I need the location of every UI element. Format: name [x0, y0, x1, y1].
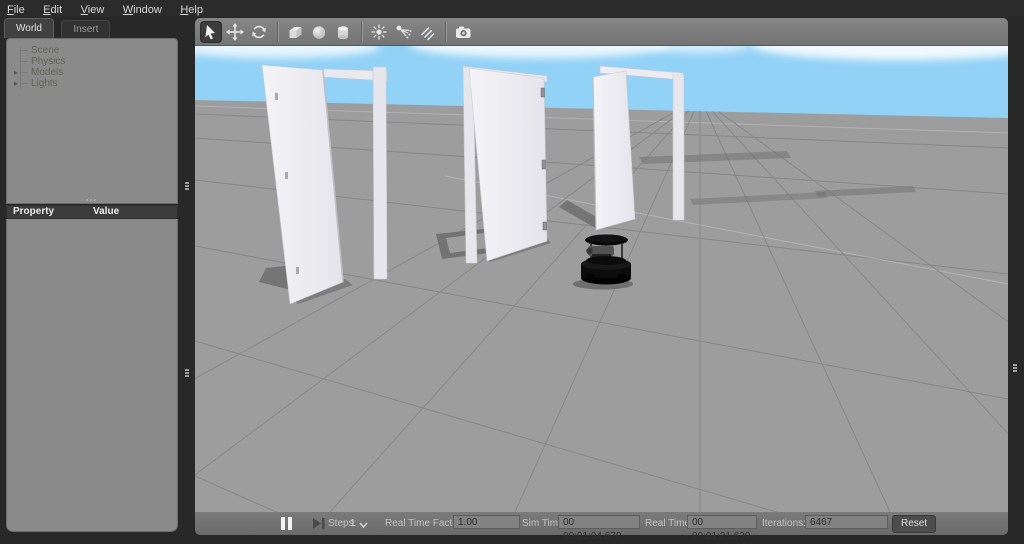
left-splitter-grip[interactable]	[185, 182, 189, 191]
step-forward-button[interactable]	[312, 517, 326, 530]
cylinder-icon	[338, 25, 348, 39]
menu-view[interactable]: View	[74, 2, 112, 19]
tree-item-scene[interactable]: Scene	[7, 45, 177, 56]
screenshot-tool-button[interactable]	[452, 21, 474, 43]
menu-edit[interactable]: Edit	[36, 2, 69, 19]
rotate-arrows-icon	[252, 25, 266, 38]
chevron-down-icon[interactable]	[359, 521, 368, 532]
step-forward-icon	[313, 518, 325, 529]
simulation-status-bar: Steps: 1 Real Time Factor: 1.00 Sim Time…	[195, 512, 1008, 542]
translate-tool-button[interactable]	[224, 21, 246, 43]
tree-item-models[interactable]: ▸ Models	[7, 67, 177, 78]
directional-light-tool-button[interactable]	[416, 21, 438, 43]
iterations-field[interactable]: 6467	[805, 515, 888, 529]
tree-branch-dash	[20, 83, 28, 84]
property-table-body[interactable]	[6, 219, 178, 532]
iterations-label: Iterations:	[762, 518, 806, 529]
tree-item-physics[interactable]: Physics	[7, 56, 177, 67]
tree-branch-dash	[20, 50, 28, 51]
real-time-label: Real Time:	[645, 518, 693, 529]
pause-button[interactable]	[279, 516, 297, 531]
reset-button[interactable]: Reset	[892, 515, 937, 533]
value-column-header: Value	[93, 206, 120, 217]
toolbar-separator	[361, 21, 363, 42]
menu-help[interactable]: Help	[173, 2, 210, 19]
left-splitter-grip[interactable]	[185, 369, 189, 378]
render-viewport[interactable]	[195, 46, 1008, 512]
tree-item-label: Physics	[31, 56, 66, 67]
menu-window[interactable]: Window	[116, 2, 169, 19]
cylinder-tool-button[interactable]	[332, 21, 354, 43]
tree-item-label: Models	[31, 67, 64, 78]
menu-file[interactable]: File	[0, 2, 32, 19]
property-table-header: Property Value	[6, 205, 178, 219]
property-column-header: Property	[13, 206, 55, 217]
horizontal-splitter-grip[interactable]	[86, 199, 100, 203]
spot-light-tool-button[interactable]	[392, 21, 414, 43]
scene-canvas[interactable]	[195, 46, 1008, 512]
point-light-icon	[371, 24, 387, 39]
rotate-tool-button[interactable]	[248, 21, 270, 43]
box-tool-button[interactable]	[284, 21, 306, 43]
sphere-icon	[312, 25, 326, 39]
tab-insert[interactable]: Insert	[61, 20, 111, 38]
tab-world[interactable]: World	[4, 18, 54, 38]
camera-icon	[456, 26, 471, 38]
tree-item-label: Scene	[31, 45, 60, 56]
tree-branch-dash	[20, 72, 28, 73]
toolbar-separator	[277, 21, 279, 42]
tree-item-lights[interactable]: ▸ Lights	[7, 78, 177, 89]
spot-light-icon	[396, 25, 412, 38]
menu-bar: File Edit View Window Help	[0, 0, 1024, 17]
directional-light-icon	[420, 26, 435, 41]
sphere-tool-button[interactable]	[308, 21, 330, 43]
move-arrows-icon	[226, 22, 244, 41]
point-light-tool-button[interactable]	[368, 21, 390, 43]
arrow-cursor-icon	[205, 24, 215, 39]
sim-time-field[interactable]: 00 00:01:04.670	[558, 515, 640, 542]
tree-item-label: Lights	[31, 78, 58, 89]
tree-branch-dash	[20, 61, 28, 62]
world-tree-panel: Scene Physics ▸ Models ▸ Lights	[6, 38, 178, 204]
real-time-factor-field[interactable]: 1.00	[453, 515, 520, 529]
left-panel-tabs: World Insert	[4, 18, 111, 38]
box-icon	[289, 26, 302, 38]
pause-icon	[281, 517, 292, 530]
real-time-field[interactable]: 00 00:01:21.639	[687, 515, 757, 542]
select-tool-button[interactable]	[200, 20, 222, 43]
tools-toolbar	[195, 18, 1008, 46]
right-splitter-grip[interactable]	[1013, 364, 1017, 373]
gazebo-window: File Edit View Window Help World Insert …	[0, 0, 1024, 544]
steps-value[interactable]: 1	[350, 518, 356, 529]
toolbar-separator	[445, 21, 447, 42]
